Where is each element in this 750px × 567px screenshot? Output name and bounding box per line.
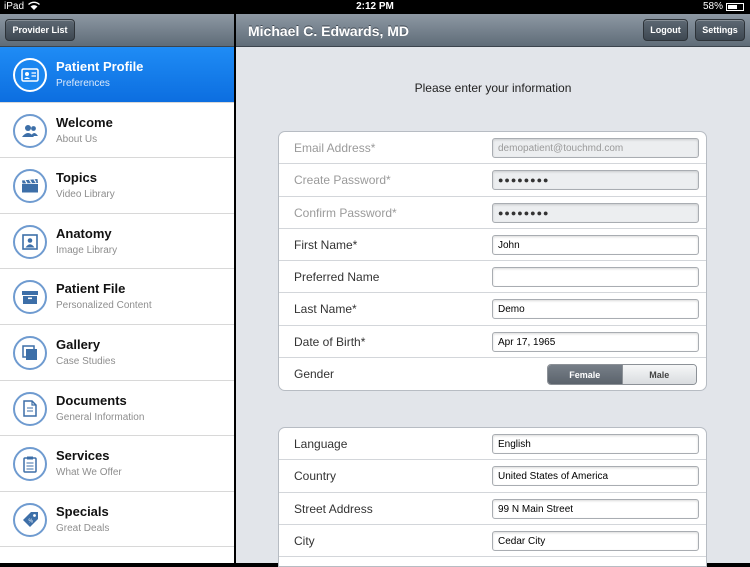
first-name-row: First Name* John <box>279 229 706 262</box>
language-row: Language English <box>279 428 706 461</box>
create-password-field[interactable]: ●●●●●●●● <box>492 170 699 191</box>
id-card-icon <box>13 58 47 92</box>
svg-text:%: % <box>28 519 33 525</box>
sidebar-item-gallery[interactable]: Gallery Case Studies <box>0 324 234 381</box>
dob-field[interactable]: Apr 17, 1965 <box>492 331 699 352</box>
country-row: Country United States of America <box>279 460 706 493</box>
sidebar-item-welcome[interactable]: Welcome About Us <box>0 102 234 159</box>
sidebar-item-subtitle: General Information <box>56 411 145 423</box>
language-field[interactable]: English <box>492 434 699 454</box>
confirm-password-row: Confirm Password* ●●●●●●●● <box>279 197 706 229</box>
sidebar-item-title: Services <box>56 448 110 464</box>
first-name-label: First Name* <box>294 237 358 252</box>
sidebar-item-title: Documents <box>56 392 127 408</box>
sidebar-item-specials[interactable]: % Specials Great Deals <box>0 491 234 548</box>
gender-label: Gender <box>294 367 335 382</box>
gender-segmented-control: Female Male <box>547 364 697 386</box>
preferred-name-field[interactable] <box>492 267 699 288</box>
picture-icon <box>13 224 47 259</box>
sidebar-item-subtitle: Video Library <box>56 189 115 201</box>
sidebar-item-anatomy[interactable]: Anatomy Image Library <box>0 213 234 270</box>
last-name-field[interactable]: Demo <box>492 299 699 320</box>
clock: 2:12 PM <box>356 1 394 12</box>
street-address-label: Street Address <box>294 501 373 516</box>
preferred-name-row: Preferred Name <box>279 261 706 294</box>
main-toolbar: Michael C. Edwards, MD Logout Settings <box>236 14 750 47</box>
create-password-label: Create Password* <box>294 173 391 188</box>
file-box-icon <box>13 280 47 315</box>
battery-indicator: 58% <box>703 1 744 12</box>
sidebar-item-patient-file[interactable]: Patient File Personalized Content <box>0 269 234 325</box>
sidebar-item-subtitle: Image Library <box>56 244 118 256</box>
clapperboard-icon <box>13 169 47 204</box>
first-name-field[interactable]: John <box>492 234 699 255</box>
city-field[interactable]: Cedar City <box>492 530 699 551</box>
street-address-field[interactable]: 99 N Main Street <box>492 498 699 519</box>
people-icon <box>13 113 47 148</box>
document-icon <box>13 391 47 426</box>
sidebar-item-subtitle: What We Offer <box>56 467 122 479</box>
city-label: City <box>294 533 315 548</box>
sidebar-item-topics[interactable]: Topics Video Library <box>0 158 234 214</box>
main-panel: Michael C. Edwards, MD Logout Settings P… <box>236 14 750 567</box>
last-name-label: Last Name* <box>294 302 357 317</box>
sidebar-item-title: Anatomy <box>56 225 112 241</box>
sidebar-item-title: Patient Profile <box>56 59 144 74</box>
email-field[interactable]: demopatient@touchmd.com <box>492 138 699 158</box>
clipboard-icon <box>13 447 47 482</box>
email-row: Email Address* demopatient@touchmd.com <box>279 132 706 165</box>
status-bar: iPad 2:12 PM 58% <box>0 0 750 14</box>
sidebar-item-title: Gallery <box>56 336 101 352</box>
sidebar-item-title: Specials <box>56 503 109 519</box>
form-prompt: Please enter your information <box>414 81 572 95</box>
provider-list-button[interactable]: Provider List <box>5 19 75 41</box>
confirm-password-label: Confirm Password* <box>294 205 397 220</box>
sidebar: Provider List Patient Profile Preference… <box>0 14 235 563</box>
account-info-group: Email Address* demopatient@touchmd.com C… <box>278 131 707 392</box>
battery-percent: 58% <box>702 1 723 12</box>
sidebar-item-patient-profile[interactable]: Patient Profile Preferences <box>0 47 234 103</box>
sidebar-item-title: Welcome <box>56 114 113 130</box>
sidebar-item-title: Patient File <box>56 281 126 297</box>
gender-female-option[interactable]: Female <box>548 365 622 385</box>
logout-button[interactable]: Logout <box>643 19 688 41</box>
preferred-name-label: Preferred Name <box>294 270 380 285</box>
page-title: Michael C. Edwards, MD <box>248 23 410 39</box>
dob-label: Date of Birth* <box>294 334 366 349</box>
settings-button[interactable]: Settings <box>695 19 745 41</box>
sidebar-item-documents[interactable]: Documents General Information <box>0 380 234 437</box>
price-tag-icon: % <box>13 502 47 537</box>
sidebar-item-subtitle: Great Deals <box>56 522 110 534</box>
address-info-group: Language English Country United States o… <box>278 427 707 567</box>
country-field[interactable]: United States of America <box>492 466 699 487</box>
sidebar-item-subtitle: Personalized Content <box>56 300 152 312</box>
sidebar-item-subtitle: Preferences <box>56 78 110 89</box>
sidebar-toolbar: Provider List <box>0 14 234 47</box>
dob-row: Date of Birth* Apr 17, 1965 <box>279 326 706 359</box>
confirm-password-field[interactable]: ●●●●●●●● <box>492 202 699 223</box>
gallery-icon <box>13 335 47 370</box>
create-password-row: Create Password* ●●●●●●●● <box>279 164 706 197</box>
last-name-row: Last Name* Demo <box>279 293 706 326</box>
sidebar-item-title: Topics <box>56 170 97 186</box>
sidebar-item-subtitle: About Us <box>56 133 98 145</box>
battery-icon <box>726 2 744 11</box>
country-label: Country <box>294 469 337 484</box>
gender-row: Gender Female Male <box>279 358 706 390</box>
sidebar-item-subtitle: Case Studies <box>56 355 116 367</box>
city-row: City Cedar City <box>279 525 706 558</box>
gender-male-option[interactable]: Male <box>621 365 696 385</box>
street-address-row: Street Address 99 N Main Street <box>279 493 706 525</box>
email-label: Email Address* <box>294 141 376 155</box>
language-label: Language <box>294 437 348 451</box>
sidebar-item-services[interactable]: Services What We Offer <box>0 436 234 492</box>
